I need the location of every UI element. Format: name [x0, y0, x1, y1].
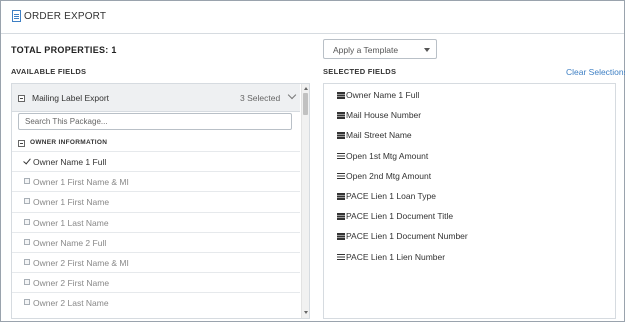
selected-field-label: PACE Lien 1 Loan Type — [346, 191, 436, 201]
field-label: Owner 1 First Name — [33, 197, 110, 208]
apply-template-select[interactable]: Apply a Template — [323, 39, 437, 59]
drag-handle-icon[interactable] — [337, 92, 345, 94]
field-row[interactable]: Owner 1 First Name & MI — [12, 171, 300, 192]
chevron-down-icon[interactable] — [287, 90, 297, 100]
selected-field-item[interactable]: Open 1st Mtg Amount — [337, 150, 607, 164]
field-label: Owner Name 1 Full — [33, 157, 107, 167]
field-row[interactable]: Owner 2 First Name — [12, 272, 300, 293]
scrollbar-thumb[interactable] — [303, 93, 308, 115]
field-row[interactable]: Owner 2 First Name & MI — [12, 252, 300, 273]
field-label: Owner 2 Last Name — [33, 298, 109, 309]
package-header[interactable]: Mailing Label Export 3 Selected — [12, 84, 300, 112]
collapse-package-icon[interactable] — [18, 95, 25, 102]
header-bar: ORDER EXPORT — [1, 1, 624, 34]
selected-field-label: Mail House Number — [346, 110, 422, 121]
selected-field-label: PACE Lien 1 Document Title — [346, 211, 454, 222]
field-label: Owner 1 First Name & MI — [33, 177, 129, 188]
field-row[interactable]: Owner 2 Last Name — [12, 292, 300, 313]
field-row[interactable]: Owner 1 Last Name — [12, 211, 300, 233]
checkbox[interactable] — [24, 299, 30, 306]
clear-selections-link[interactable]: Clear Selections — [566, 67, 625, 77]
package-selected-count: 3 Selected — [240, 93, 281, 103]
selected-fields-panel: Owner Name 1 Full Mail House Number Mail S… — [323, 83, 616, 319]
group-header-owner-information[interactable]: OWNER INFORMATION — [12, 136, 300, 150]
checkbox[interactable] — [24, 238, 30, 245]
total-properties: TOTAL PROPERTIES: 1 — [11, 45, 117, 55]
search-package-input[interactable] — [18, 113, 292, 130]
selected-field-label: Open 2nd Mtg Amount — [346, 170, 432, 181]
selected-field-item[interactable]: PACE Lien 1 Document Number — [337, 230, 607, 244]
caret-down-icon — [424, 48, 430, 52]
selected-field-item[interactable]: Mail Street Name — [337, 129, 607, 143]
drag-handle-icon[interactable] — [337, 213, 345, 215]
collapse-group-icon[interactable] — [18, 140, 25, 147]
drag-handle-icon[interactable] — [337, 112, 345, 114]
document-icon — [12, 10, 21, 22]
selected-field-label: Mail Street Name — [346, 130, 412, 141]
selected-field-item[interactable]: PACE Lien 1 Lien Number — [337, 251, 607, 265]
field-label: Owner Name 2 Full — [33, 237, 107, 248]
selected-field-label: Open 1st Mtg Amount — [346, 150, 429, 161]
drag-handle-icon[interactable] — [337, 233, 345, 235]
selected-fields-heading: SELECTED FIELDS — [323, 67, 397, 76]
selected-field-item[interactable]: PACE Lien 1 Loan Type — [337, 190, 607, 204]
selected-field-item[interactable]: Mail House Number — [337, 109, 607, 123]
available-fields-panel: Mailing Label Export 3 Selected OWNER IN… — [11, 83, 310, 319]
field-label: Owner 2 First Name — [33, 278, 110, 289]
field-row[interactable]: Owner 1 First Name — [12, 191, 300, 212]
selected-field-item[interactable]: Open 2nd Mtg Amount — [337, 170, 607, 184]
drag-handle-icon[interactable] — [337, 172, 345, 175]
scrollbar[interactable] — [301, 84, 309, 318]
available-fields-heading: AVAILABLE FIELDS — [11, 67, 87, 76]
selected-field-item[interactable]: Owner Name 1 Full — [337, 89, 607, 103]
drag-handle-icon[interactable] — [337, 152, 345, 155]
selected-field-label: Owner Name 1 Full — [346, 90, 420, 100]
drag-handle-icon[interactable] — [337, 253, 345, 256]
checkbox[interactable] — [24, 178, 30, 185]
selected-field-label: PACE Lien 1 Lien Number — [346, 251, 446, 262]
field-row[interactable]: Owner Name 1 Full — [12, 151, 300, 172]
drag-handle-icon[interactable] — [337, 132, 345, 134]
scroll-up-icon[interactable] — [304, 87, 308, 90]
field-label: Owner 1 Last Name — [33, 217, 109, 228]
package-name: Mailing Label Export — [32, 93, 110, 103]
page-title: ORDER EXPORT — [24, 11, 107, 22]
order-export-window: ORDER EXPORT TOTAL PROPERTIES: 1 Apply a… — [0, 0, 625, 322]
checkbox[interactable] — [24, 259, 30, 265]
field-label: Owner 2 First Name & MI — [33, 258, 129, 268]
checkbox[interactable] — [24, 279, 30, 286]
selected-field-label: PACE Lien 1 Document Number — [346, 231, 468, 242]
scroll-down-icon[interactable] — [304, 311, 308, 314]
checkbox[interactable] — [24, 198, 30, 205]
drag-handle-icon[interactable] — [337, 193, 345, 195]
checkbox-checked[interactable] — [24, 158, 30, 164]
field-row[interactable]: Owner Name 2 Full — [12, 231, 300, 253]
template-select-value: Apply a Template — [333, 45, 399, 55]
checkbox[interactable] — [24, 218, 30, 225]
group-name: OWNER INFORMATION — [30, 139, 108, 146]
selected-field-item[interactable]: PACE Lien 1 Document Title — [337, 210, 607, 224]
